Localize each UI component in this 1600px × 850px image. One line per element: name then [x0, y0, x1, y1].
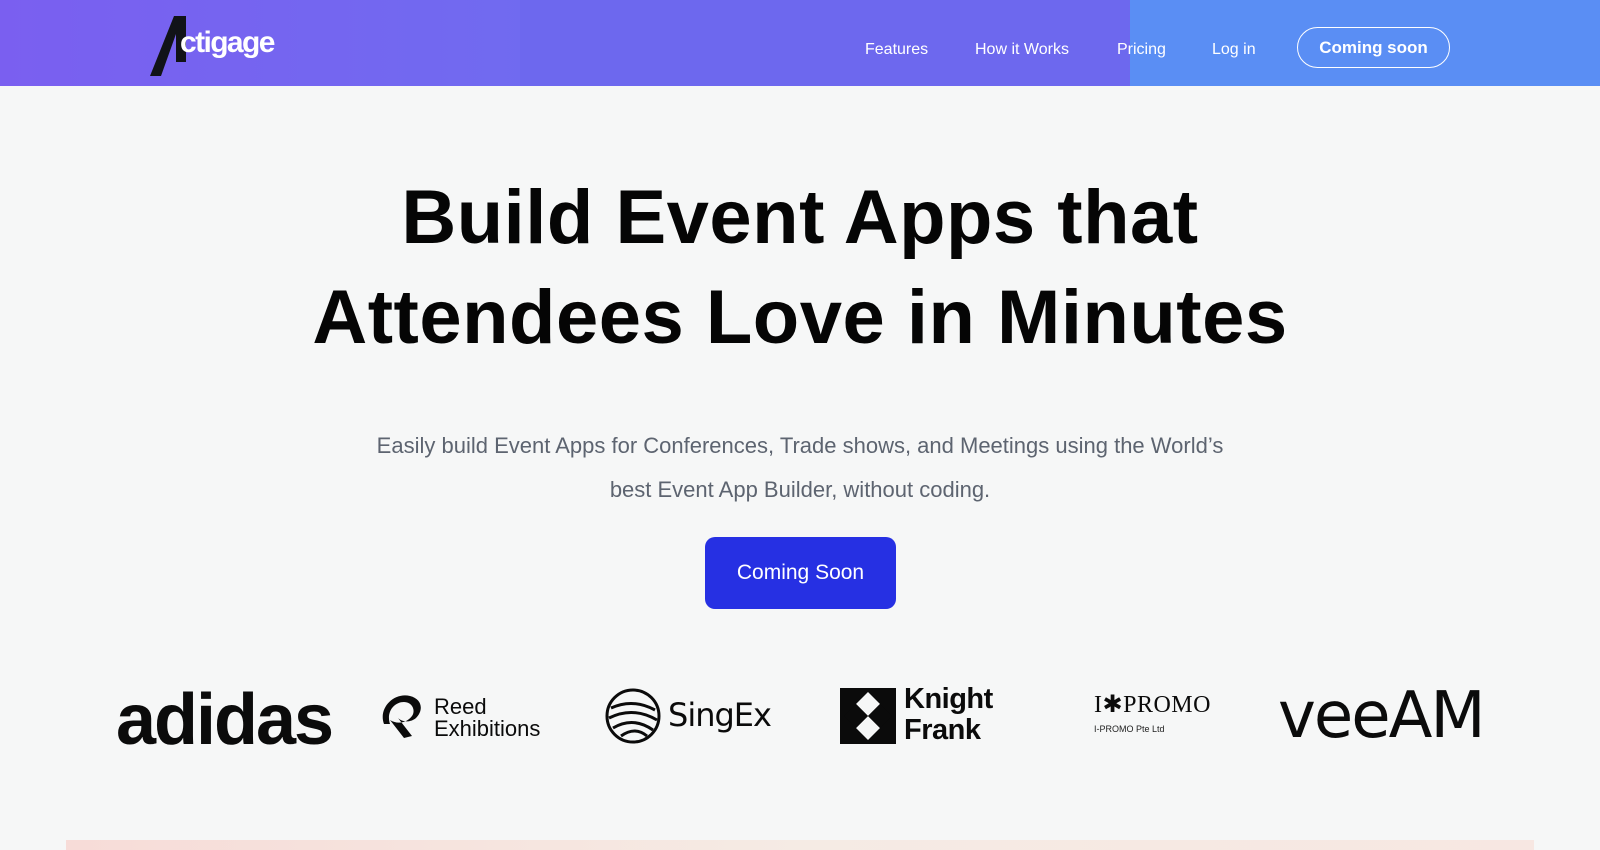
hero-title-line1: Build Event Apps that [401, 175, 1199, 260]
knight-text-line1: Knight [904, 683, 993, 715]
next-section-edge [66, 840, 1534, 850]
reed-swoosh-icon [382, 695, 421, 738]
knight-frank-logo: Knight Frank [840, 684, 1000, 750]
hero-coming-soon-button[interactable]: Coming Soon [705, 537, 896, 609]
top-navigation-bar: ctigage Features How it Works Pricing Lo… [0, 0, 1600, 86]
header-coming-soon-button[interactable]: Coming soon [1297, 27, 1450, 68]
hero-title-line2: Attendees Love in Minutes [312, 275, 1288, 360]
ipromo-logo: I✱PROMO I-PROMO Pte Ltd [1090, 690, 1220, 740]
ipromo-wordmark: I✱PROMO [1094, 692, 1211, 718]
nav-how-it-works[interactable]: How it Works [975, 41, 1069, 59]
nav-pricing[interactable]: Pricing [1117, 41, 1166, 59]
main-nav: Features How it Works Pricing Log in Com… [0, 27, 1600, 69]
nav-login[interactable]: Log in [1212, 41, 1256, 59]
reed-exhibitions-logo: Reed Exhibitions [376, 682, 556, 752]
reed-text-line2: Exhibitions [434, 716, 541, 741]
nav-features[interactable]: Features [865, 41, 928, 59]
singex-globe-icon [605, 688, 661, 744]
hero-subtitle-line1: Easily build Event Apps for Conferences,… [376, 433, 1224, 458]
knight-frank-checker-icon [840, 688, 896, 744]
ipromo-subtext: I-PROMO Pte Ltd [1094, 724, 1165, 734]
knight-text-line2: Frank [904, 714, 981, 746]
singex-logo: SingEx [605, 686, 772, 746]
adidas-logo: adidas [116, 680, 334, 760]
client-logos: adidas Reed Exhibitions SingEx Knight Fr… [0, 679, 1600, 770]
hero-subtitle: Easily build Event Apps for Conferences,… [0, 424, 1600, 512]
hero-title: Build Event Apps that Attendees Love in … [0, 168, 1600, 368]
hero-subtitle-line2: best Event App Builder, without coding. [609, 477, 991, 502]
singex-wordmark: SingEx [668, 696, 772, 734]
veeam-logo: veeAM [1278, 679, 1486, 753]
